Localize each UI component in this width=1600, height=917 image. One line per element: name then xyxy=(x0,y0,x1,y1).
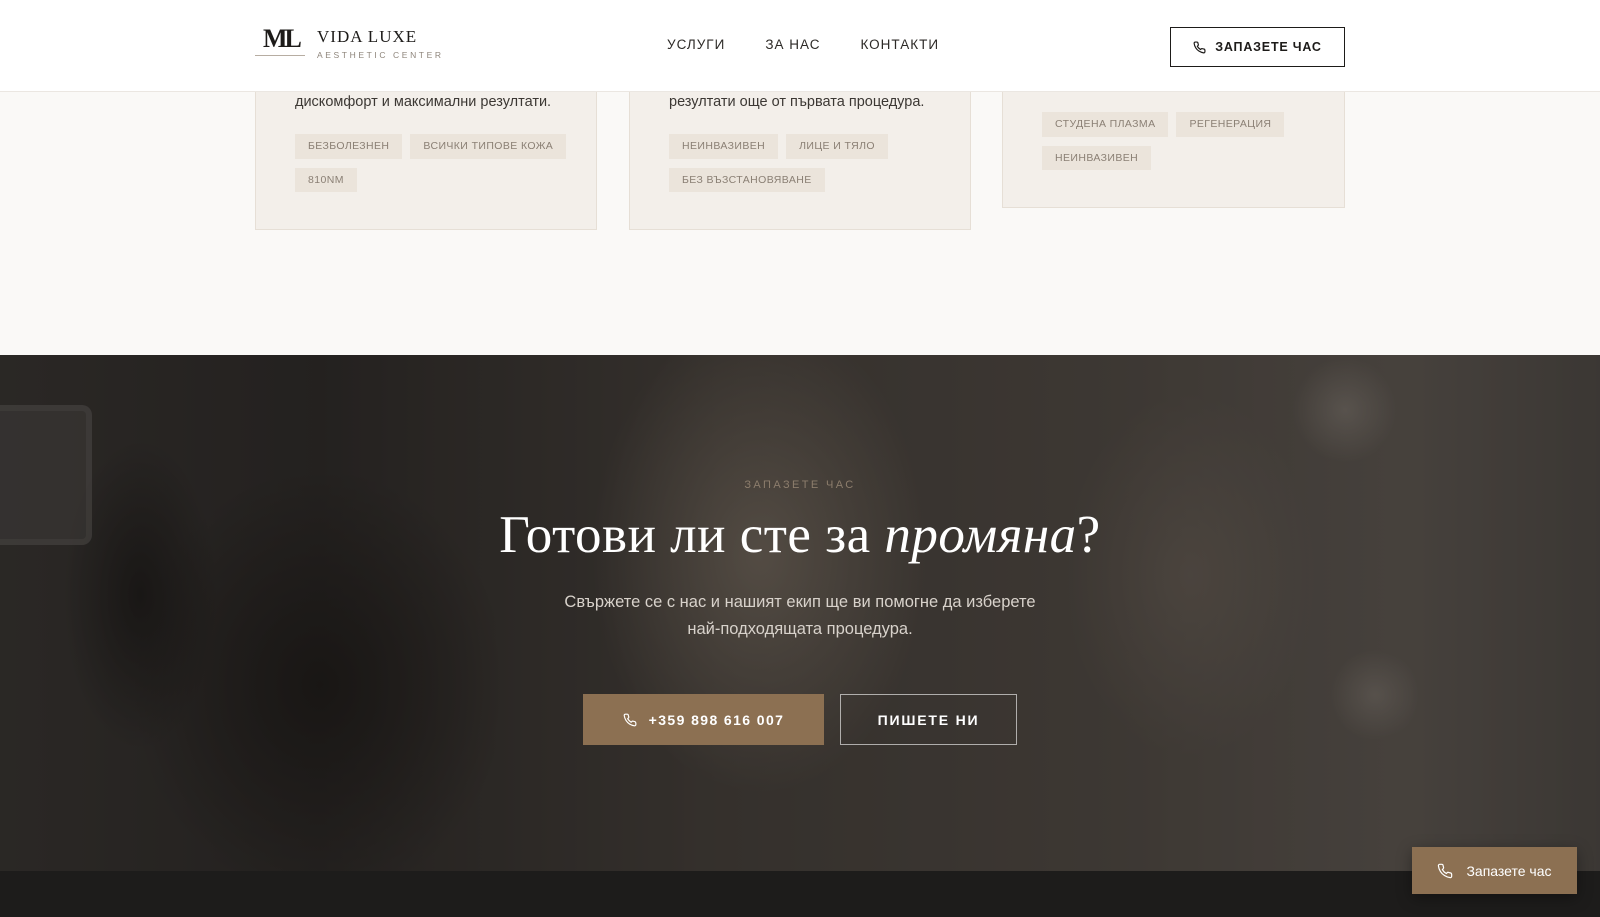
floating-book-label: Запазете час xyxy=(1466,862,1552,879)
write-us-button[interactable]: ПИШЕТЕ НИ xyxy=(840,694,1017,745)
card-tags: СТУДЕНА ПЛАЗМА РЕГЕНЕРАЦИЯ НЕИНВАЗИВЕН xyxy=(1042,112,1322,170)
nav-item-services[interactable]: УСЛУГИ xyxy=(667,37,725,52)
main-nav: УСЛУГИ ЗА НАС КОНТАКТИ xyxy=(667,37,939,52)
phone-icon xyxy=(1193,40,1206,53)
logo-divider xyxy=(255,55,305,56)
floating-book-button[interactable]: Запазете час xyxy=(1412,847,1577,894)
nav-item-contacts[interactable]: КОНТАКТИ xyxy=(860,37,939,52)
tag: СТУДЕНА ПЛАЗМА xyxy=(1042,112,1169,137)
tag: ЛИЦЕ И ТЯЛО xyxy=(786,134,888,159)
call-phone-button[interactable]: +359 898 616 007 xyxy=(583,694,824,745)
logo-subtitle: AESTHETIC CENTER xyxy=(317,50,444,61)
section-eyebrow: ЗАПАЗЕТЕ ЧАС xyxy=(744,479,856,491)
card-tags: НЕИНВАЗИВЕН ЛИЦЕ И ТЯЛО БЕЗ ВЪЗСТАНОВЯВА… xyxy=(669,134,949,192)
site-header: ML VIDA LUXE AESTHETIC CENTER УСЛУГИ ЗА … xyxy=(0,0,1600,92)
card-description: резултати още от първата процедура. xyxy=(669,94,925,110)
tag: НЕИНВАЗИВЕН xyxy=(1042,145,1152,170)
book-appointment-button[interactable]: ЗАПАЗЕТЕ ЧАС xyxy=(1170,27,1345,67)
title-main: Готови ли сте за xyxy=(499,506,885,564)
tag: БЕЗ ВЪЗСТАНОВЯВАНЕ xyxy=(669,167,825,192)
tag: ВСИЧКИ ТИПОВЕ КОЖА xyxy=(410,134,567,159)
tag: НЕИНВАЗИВЕН xyxy=(669,134,779,159)
logo-text: VIDA LUXE AESTHETIC CENTER xyxy=(317,26,444,61)
phone-number: +359 898 616 007 xyxy=(648,711,785,728)
logo-mark: ML xyxy=(255,26,305,62)
phone-icon xyxy=(623,713,637,726)
tag: РЕГЕНЕРАЦИЯ xyxy=(1176,112,1285,137)
nav-item-about[interactable]: ЗА НАС xyxy=(765,37,820,52)
logo-monogram: ML xyxy=(263,24,302,53)
book-appointment-label: ЗАПАЗЕТЕ ЧАС xyxy=(1215,40,1322,54)
card-tags: БЕЗБОЛЕЗНЕН ВСИЧКИ ТИПОВЕ КОЖА 810NM xyxy=(295,134,575,192)
title-emphasis: промяна xyxy=(884,506,1077,564)
section-title: Готови ли сте за промяна? xyxy=(0,505,1600,565)
tag: БЕЗБОЛЕЗНЕН xyxy=(295,134,403,159)
footer xyxy=(0,871,1600,917)
tag: 810NM xyxy=(295,167,357,192)
card-description: дискомфорт и максимални резултати. xyxy=(295,94,552,110)
logo-name: VIDA LUXE xyxy=(317,26,418,46)
title-end: ? xyxy=(1076,506,1101,564)
logo[interactable]: ML VIDA LUXE AESTHETIC CENTER xyxy=(255,26,444,62)
phone-icon xyxy=(1438,863,1453,878)
section-description: Свържете се с нас и нашият екип ще ви по… xyxy=(564,593,1036,638)
booking-cta-section: ЗАПАЗЕТЕ ЧАС Готови ли сте за промяна? С… xyxy=(0,355,1600,871)
